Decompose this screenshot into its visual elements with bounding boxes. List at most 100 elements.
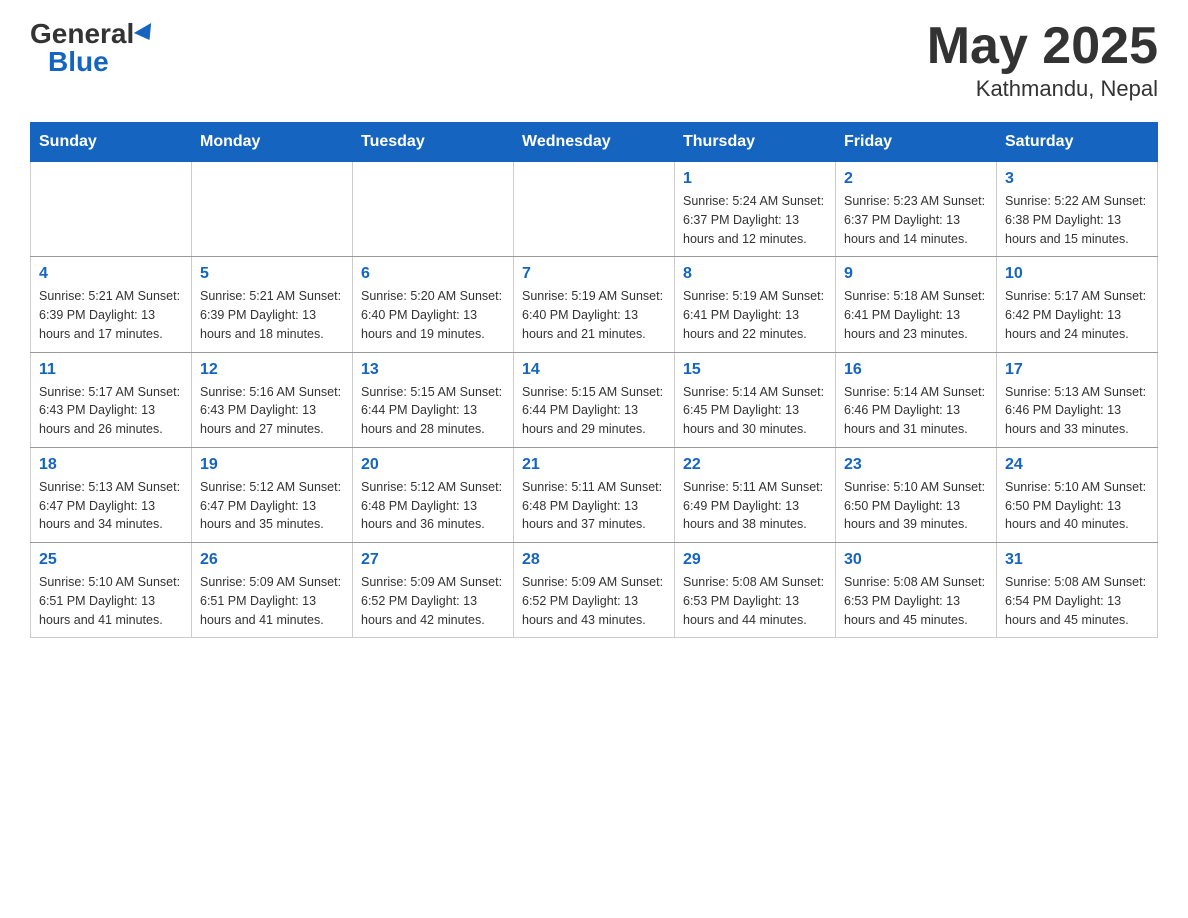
calendar-cell: 30 Sunrise: 5:08 AM Sunset: 6:53 PM Dayli…	[836, 543, 997, 638]
day-info: Sunrise: 5:08 AM Sunset: 6:53 PM Dayligh…	[683, 573, 827, 629]
day-number: 30	[844, 551, 988, 569]
calendar-cell: 1 Sunrise: 5:24 AM Sunset: 6:37 PM Daylig…	[675, 162, 836, 257]
day-info: Sunrise: 5:13 AM Sunset: 6:46 PM Dayligh…	[1005, 383, 1149, 439]
day-info: Sunrise: 5:19 AM Sunset: 6:40 PM Dayligh…	[522, 287, 666, 343]
day-info: Sunrise: 5:11 AM Sunset: 6:49 PM Dayligh…	[683, 478, 827, 534]
day-number: 26	[200, 551, 344, 569]
day-info: Sunrise: 5:21 AM Sunset: 6:39 PM Dayligh…	[200, 287, 344, 343]
calendar-cell: 27Sunrise: 5:09 AM Sunset: 6:52 PM Dayli…	[353, 543, 514, 638]
day-number: 17	[1005, 361, 1149, 379]
day-info: Sunrise: 5:23 AM Sunset: 6:37 PM Dayligh…	[844, 192, 988, 248]
day-info: Sunrise: 5:16 AM Sunset: 6:43 PM Dayligh…	[200, 383, 344, 439]
page-header: General Blue May 2025 Kathmandu, Nepal	[30, 20, 1158, 102]
calendar-cell: 28Sunrise: 5:09 AM Sunset: 6:52 PM Dayli…	[514, 543, 675, 638]
day-info: Sunrise: 5:15 AM Sunset: 6:44 PM Dayligh…	[522, 383, 666, 439]
day-info: Sunrise: 5:15 AM Sunset: 6:44 PM Dayligh…	[361, 383, 505, 439]
day-of-week-header: Tuesday	[353, 123, 514, 162]
logo-arrow-icon	[134, 23, 158, 45]
day-of-week-header: Wednesday	[514, 123, 675, 162]
day-number: 31	[1005, 551, 1149, 569]
title-block: May 2025 Kathmandu, Nepal	[927, 20, 1158, 102]
day-info: Sunrise: 5:19 AM Sunset: 6:41 PM Dayligh…	[683, 287, 827, 343]
calendar-cell: 4 Sunrise: 5:21 AM Sunset: 6:39 PM Daylig…	[31, 257, 192, 352]
calendar-cell: 8 Sunrise: 5:19 AM Sunset: 6:41 PM Daylig…	[675, 257, 836, 352]
calendar-week-row: 1 Sunrise: 5:24 AM Sunset: 6:37 PM Daylig…	[31, 162, 1158, 257]
day-number: 6	[361, 265, 505, 283]
day-number: 13	[361, 361, 505, 379]
calendar-body: 1 Sunrise: 5:24 AM Sunset: 6:37 PM Daylig…	[31, 162, 1158, 638]
day-number: 22	[683, 456, 827, 474]
day-info: Sunrise: 5:10 AM Sunset: 6:50 PM Dayligh…	[1005, 478, 1149, 534]
day-number: 27	[361, 551, 505, 569]
calendar-cell: 15 Sunrise: 5:14 AM Sunset: 6:45 PM Dayli…	[675, 352, 836, 447]
calendar-cell: 3 Sunrise: 5:22 AM Sunset: 6:38 PM Daylig…	[997, 162, 1158, 257]
calendar-cell: 23 Sunrise: 5:10 AM Sunset: 6:50 PM Dayli…	[836, 447, 997, 542]
day-info: Sunrise: 5:12 AM Sunset: 6:47 PM Dayligh…	[200, 478, 344, 534]
day-number: 8	[683, 265, 827, 283]
day-number: 9	[844, 265, 988, 283]
day-number: 11	[39, 361, 183, 379]
calendar-cell: 19 Sunrise: 5:12 AM Sunset: 6:47 PM Dayli…	[192, 447, 353, 542]
calendar-table: SundayMondayTuesdayWednesdayThursdayFrid…	[30, 122, 1158, 638]
calendar-cell: 10 Sunrise: 5:17 AM Sunset: 6:42 PM Dayli…	[997, 257, 1158, 352]
day-number: 10	[1005, 265, 1149, 283]
calendar-cell: 7 Sunrise: 5:19 AM Sunset: 6:40 PM Daylig…	[514, 257, 675, 352]
calendar-cell: 25Sunrise: 5:10 AM Sunset: 6:51 PM Dayli…	[31, 543, 192, 638]
day-info: Sunrise: 5:12 AM Sunset: 6:48 PM Dayligh…	[361, 478, 505, 534]
calendar-cell: 9 Sunrise: 5:18 AM Sunset: 6:41 PM Daylig…	[836, 257, 997, 352]
day-number: 23	[844, 456, 988, 474]
logo: General Blue	[30, 20, 156, 76]
day-info: Sunrise: 5:14 AM Sunset: 6:46 PM Dayligh…	[844, 383, 988, 439]
calendar-week-row: 11 Sunrise: 5:17 AM Sunset: 6:43 PM Dayli…	[31, 352, 1158, 447]
calendar-cell: 22 Sunrise: 5:11 AM Sunset: 6:49 PM Dayli…	[675, 447, 836, 542]
day-number: 18	[39, 456, 183, 474]
day-info: Sunrise: 5:14 AM Sunset: 6:45 PM Dayligh…	[683, 383, 827, 439]
calendar-cell	[514, 162, 675, 257]
day-number: 16	[844, 361, 988, 379]
day-info: Sunrise: 5:17 AM Sunset: 6:42 PM Dayligh…	[1005, 287, 1149, 343]
day-info: Sunrise: 5:17 AM Sunset: 6:43 PM Dayligh…	[39, 383, 183, 439]
day-info: Sunrise: 5:24 AM Sunset: 6:37 PM Dayligh…	[683, 192, 827, 248]
day-number: 15	[683, 361, 827, 379]
day-of-week-header: Friday	[836, 123, 997, 162]
day-of-week-header: Saturday	[997, 123, 1158, 162]
calendar-title: May 2025	[927, 20, 1158, 72]
calendar-cell: 13 Sunrise: 5:15 AM Sunset: 6:44 PM Dayli…	[353, 352, 514, 447]
day-of-week-header: Monday	[192, 123, 353, 162]
day-number: 19	[200, 456, 344, 474]
calendar-cell: 24Sunrise: 5:10 AM Sunset: 6:50 PM Dayli…	[997, 447, 1158, 542]
day-number: 7	[522, 265, 666, 283]
calendar-cell: 6Sunrise: 5:20 AM Sunset: 6:40 PM Daylig…	[353, 257, 514, 352]
calendar-cell: 21Sunrise: 5:11 AM Sunset: 6:48 PM Dayli…	[514, 447, 675, 542]
calendar-cell	[353, 162, 514, 257]
calendar-cell: 2 Sunrise: 5:23 AM Sunset: 6:37 PM Daylig…	[836, 162, 997, 257]
day-info: Sunrise: 5:18 AM Sunset: 6:41 PM Dayligh…	[844, 287, 988, 343]
day-number: 1	[683, 170, 827, 188]
calendar-cell: 17 Sunrise: 5:13 AM Sunset: 6:46 PM Dayli…	[997, 352, 1158, 447]
calendar-location: Kathmandu, Nepal	[927, 76, 1158, 102]
day-of-week-header: Thursday	[675, 123, 836, 162]
day-number: 2	[844, 170, 988, 188]
day-info: Sunrise: 5:22 AM Sunset: 6:38 PM Dayligh…	[1005, 192, 1149, 248]
calendar-cell: 14Sunrise: 5:15 AM Sunset: 6:44 PM Dayli…	[514, 352, 675, 447]
calendar-week-row: 18 Sunrise: 5:13 AM Sunset: 6:47 PM Dayli…	[31, 447, 1158, 542]
day-number: 5	[200, 265, 344, 283]
logo-blue-text: Blue	[48, 48, 109, 76]
day-number: 3	[1005, 170, 1149, 188]
day-info: Sunrise: 5:10 AM Sunset: 6:50 PM Dayligh…	[844, 478, 988, 534]
day-number: 12	[200, 361, 344, 379]
calendar-cell	[31, 162, 192, 257]
day-number: 4	[39, 265, 183, 283]
calendar-cell: 20Sunrise: 5:12 AM Sunset: 6:48 PM Dayli…	[353, 447, 514, 542]
day-info: Sunrise: 5:10 AM Sunset: 6:51 PM Dayligh…	[39, 573, 183, 629]
day-info: Sunrise: 5:21 AM Sunset: 6:39 PM Dayligh…	[39, 287, 183, 343]
calendar-week-row: 4 Sunrise: 5:21 AM Sunset: 6:39 PM Daylig…	[31, 257, 1158, 352]
day-number: 21	[522, 456, 666, 474]
day-number: 29	[683, 551, 827, 569]
calendar-cell: 16 Sunrise: 5:14 AM Sunset: 6:46 PM Dayli…	[836, 352, 997, 447]
day-number: 28	[522, 551, 666, 569]
day-info: Sunrise: 5:09 AM Sunset: 6:51 PM Dayligh…	[200, 573, 344, 629]
day-info: Sunrise: 5:08 AM Sunset: 6:53 PM Dayligh…	[844, 573, 988, 629]
calendar-cell: 5 Sunrise: 5:21 AM Sunset: 6:39 PM Daylig…	[192, 257, 353, 352]
day-info: Sunrise: 5:13 AM Sunset: 6:47 PM Dayligh…	[39, 478, 183, 534]
